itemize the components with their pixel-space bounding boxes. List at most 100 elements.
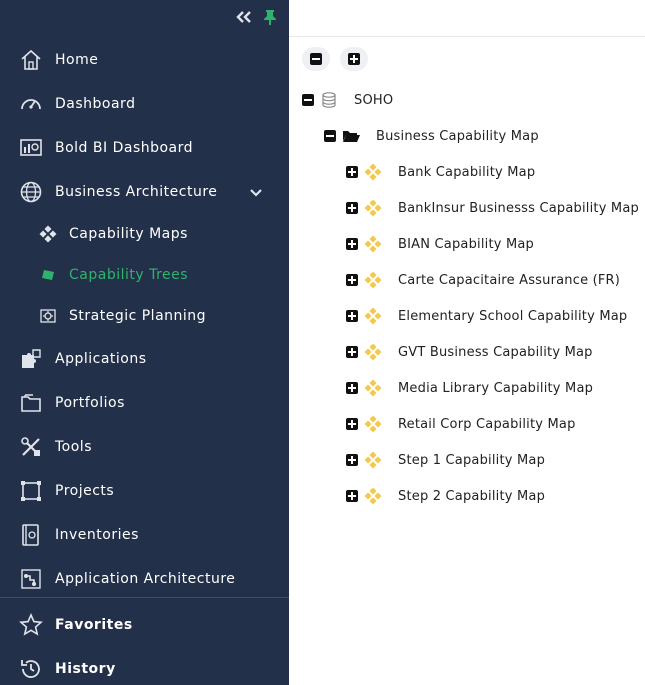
- sidebar-item-label: Capability Maps: [69, 226, 188, 242]
- sidebar-item-label: Favorites: [55, 617, 133, 633]
- sidebar-item-application-architecture[interactable]: Application Architecture: [0, 559, 289, 599]
- database-icon: [320, 92, 338, 108]
- gauge-icon: [18, 91, 44, 117]
- sidebar-item-strategic-planning[interactable]: Strategic Planning: [0, 296, 289, 336]
- minus-box-icon: [310, 53, 322, 65]
- sidebar-item-label: Applications: [55, 351, 147, 367]
- header-divider: [289, 36, 645, 37]
- capability-map-icon: [364, 415, 382, 433]
- expand-node-icon[interactable]: [346, 238, 358, 250]
- capability-map-icon: [364, 307, 382, 325]
- app-architecture-icon: [18, 566, 44, 592]
- tree-node-root[interactable]: SOHO: [289, 90, 645, 110]
- tree-node-label: Business Capability Map: [376, 128, 539, 144]
- sidebar-item-portfolios[interactable]: Portfolios: [0, 383, 289, 423]
- collapse-node-icon[interactable]: [302, 94, 314, 106]
- sidebar-item-inventories[interactable]: Inventories: [0, 515, 289, 555]
- sidebar-item-business-architecture[interactable]: Business Architecture: [0, 172, 289, 212]
- sidebar-item-label: Inventories: [55, 527, 139, 543]
- sidebar-item-capability-maps[interactable]: Capability Maps: [0, 214, 289, 254]
- expand-node-icon[interactable]: [346, 382, 358, 394]
- home-icon: [18, 47, 44, 73]
- sidebar-item-home[interactable]: Home: [0, 40, 289, 80]
- sidebar-item-bold-bi-dashboard[interactable]: Bold BI Dashboard: [0, 128, 289, 168]
- sidebar-item-label: Strategic Planning: [69, 308, 207, 324]
- plus-box-icon: [348, 53, 360, 65]
- capability-map-icon: [364, 451, 382, 469]
- sidebar-item-label: Tools: [55, 439, 92, 455]
- sidebar: Home Dashboard Bold BI Dashboard Busines…: [0, 0, 289, 685]
- sidebar-item-favorites[interactable]: Favorites: [0, 605, 289, 645]
- sidebar-item-dashboard[interactable]: Dashboard: [0, 84, 289, 124]
- tree-node-group[interactable]: Business Capability Map: [289, 126, 645, 146]
- expand-node-icon[interactable]: [346, 310, 358, 322]
- expand-node-icon[interactable]: [346, 202, 358, 214]
- tree-node-label: Media Library Capability Map: [398, 380, 594, 396]
- tree-node-capability-map[interactable]: BankInsur Businesss Capability Map: [289, 198, 645, 218]
- sidebar-item-applications[interactable]: Applications: [0, 339, 289, 379]
- tree-node-label: GVT Business Capability Map: [398, 344, 593, 360]
- sidebar-item-label: Dashboard: [55, 96, 136, 112]
- sidebar-item-label: Bold BI Dashboard: [55, 140, 194, 156]
- collapse-sidebar-icon[interactable]: [235, 8, 253, 26]
- tree-node-capability-map[interactable]: Carte Capacitaire Assurance (FR): [289, 270, 645, 290]
- tree-node-label: Step 1 Capability Map: [398, 452, 546, 468]
- sidebar-item-label: History: [55, 661, 116, 677]
- sidebar-item-capability-trees[interactable]: Capability Trees: [0, 255, 289, 295]
- capability-map-icon: [364, 235, 382, 253]
- main-panel: SOHO Business Capability Map Bank Capabi…: [289, 0, 645, 685]
- tree-node-label: Carte Capacitaire Assurance (FR): [398, 272, 621, 288]
- tree-node-capability-map[interactable]: Bank Capability Map: [289, 162, 645, 182]
- puzzle-icon: [18, 346, 44, 372]
- sidebar-divider: [0, 597, 289, 598]
- collapse-node-icon[interactable]: [324, 130, 336, 142]
- tree-node-capability-map[interactable]: BIAN Capability Map: [289, 234, 645, 254]
- folder-icon: [18, 390, 44, 416]
- capability-map-icon: [364, 163, 382, 181]
- sidebar-item-label: Application Architecture: [55, 571, 236, 587]
- tools-icon: [18, 434, 44, 460]
- tree-node-capability-map[interactable]: Retail Corp Capability Map: [289, 414, 645, 434]
- tree-node-label: Elementary School Capability Map: [398, 308, 628, 324]
- expand-node-icon[interactable]: [346, 490, 358, 502]
- star-icon: [18, 612, 44, 638]
- tree-node-capability-map[interactable]: Step 1 Capability Map: [289, 450, 645, 470]
- capability-maps-icon: [38, 224, 58, 244]
- tree-node-label: Bank Capability Map: [398, 164, 536, 180]
- strategic-planning-icon: [38, 306, 58, 326]
- sidebar-item-label: Projects: [55, 483, 115, 499]
- capability-map-icon: [364, 487, 382, 505]
- pin-icon[interactable]: [261, 8, 279, 26]
- expand-all-button[interactable]: [340, 47, 368, 71]
- tree-node-label: BankInsur Businesss Capability Map: [398, 200, 639, 216]
- expand-node-icon[interactable]: [346, 274, 358, 286]
- tree-node-label: BIAN Capability Map: [398, 236, 535, 252]
- tree-node-label: Retail Corp Capability Map: [398, 416, 576, 432]
- inventory-icon: [18, 522, 44, 548]
- expand-node-icon[interactable]: [346, 346, 358, 358]
- tree-node-label: SOHO: [354, 92, 394, 108]
- open-folder-icon: [342, 128, 360, 144]
- bi-dashboard-icon: [18, 135, 44, 161]
- capability-map-icon: [364, 271, 382, 289]
- sidebar-item-label: Business Architecture: [55, 184, 218, 200]
- sidebar-item-label: Home: [55, 52, 99, 68]
- sidebar-controls: [235, 8, 279, 26]
- sidebar-item-history[interactable]: History: [0, 649, 289, 685]
- sidebar-item-projects[interactable]: Projects: [0, 471, 289, 511]
- sidebar-item-label: Capability Trees: [69, 267, 189, 283]
- tree-node-capability-map[interactable]: Elementary School Capability Map: [289, 306, 645, 326]
- tree-node-capability-map[interactable]: Media Library Capability Map: [289, 378, 645, 398]
- history-icon: [18, 656, 44, 682]
- sidebar-item-tools[interactable]: Tools: [0, 427, 289, 467]
- collapse-all-button[interactable]: [302, 47, 330, 71]
- capability-trees-icon: [38, 265, 58, 285]
- tree-node-capability-map[interactable]: GVT Business Capability Map: [289, 342, 645, 362]
- chevron-down-icon[interactable]: [249, 185, 263, 199]
- expand-node-icon[interactable]: [346, 454, 358, 466]
- tree-node-capability-map[interactable]: Step 2 Capability Map: [289, 486, 645, 506]
- capability-map-icon: [364, 343, 382, 361]
- expand-node-icon[interactable]: [346, 166, 358, 178]
- capability-map-icon: [364, 199, 382, 217]
- expand-node-icon[interactable]: [346, 418, 358, 430]
